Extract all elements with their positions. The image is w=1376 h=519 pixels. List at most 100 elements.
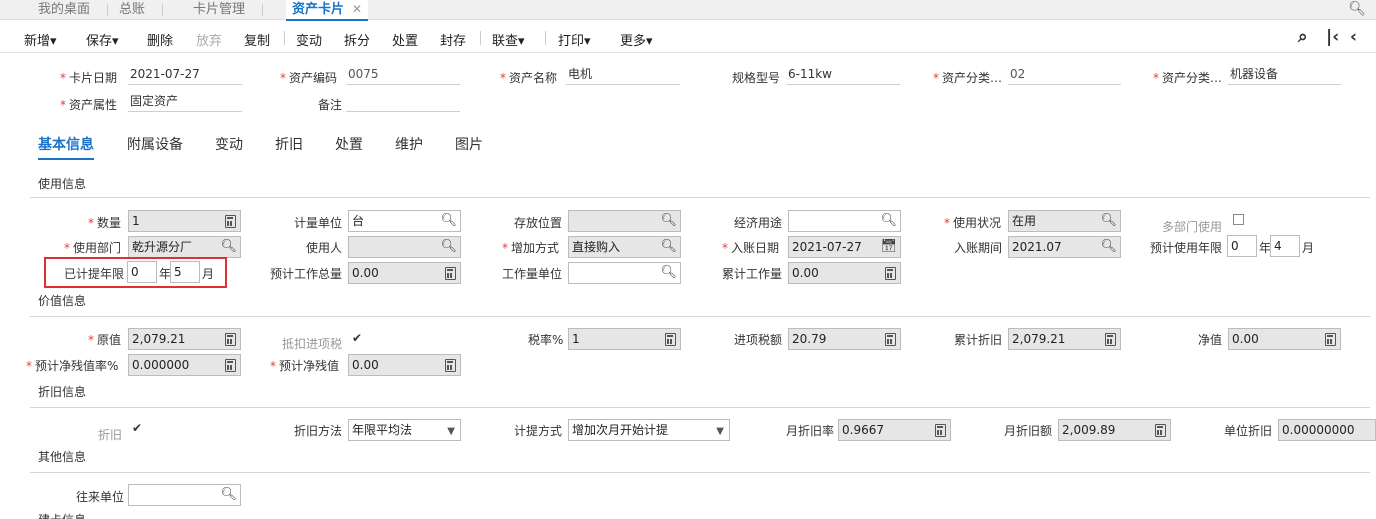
status-field[interactable]: 在用 🔍︎ bbox=[1008, 210, 1121, 232]
add-method-field[interactable]: 直接购入 🔍︎ bbox=[568, 236, 681, 258]
acc-dep-field[interactable]: 2,079.21 bbox=[1008, 328, 1121, 350]
zoom-search-icon[interactable]: ⌕ bbox=[1298, 27, 1308, 47]
total-work-field[interactable]: 0.00 bbox=[348, 262, 461, 284]
asset-attr-field[interactable]: 固定资产 bbox=[128, 92, 242, 112]
delete-button[interactable]: 删除 bbox=[147, 30, 173, 49]
accrued-months-field[interactable]: 5 bbox=[170, 261, 200, 283]
partner-field[interactable]: 🔍︎ bbox=[128, 484, 241, 506]
qty-field[interactable]: 1 bbox=[128, 210, 241, 232]
monthly-rate-field[interactable]: 0.9667 bbox=[838, 419, 951, 441]
subtab-maintenance[interactable]: 维护 bbox=[395, 134, 423, 154]
residual-value-field[interactable]: 0.00 bbox=[348, 354, 461, 376]
unit-value: 台 bbox=[352, 214, 365, 228]
user-field[interactable]: 🔍︎ bbox=[348, 236, 461, 258]
accrual-method-select[interactable]: 增加次月开始计提 ▼ bbox=[568, 419, 730, 441]
subtab-disposal[interactable]: 处置 bbox=[335, 134, 363, 154]
calculator-icon[interactable] bbox=[1105, 333, 1116, 346]
search-icon[interactable]: 🔍︎ bbox=[660, 265, 677, 281]
dep-method-select[interactable]: 年限平均法 ▼ bbox=[348, 419, 461, 441]
tab-card-management[interactable]: 卡片管理 bbox=[193, 0, 264, 20]
deduct-tax-checkbox[interactable]: ✔ bbox=[352, 332, 362, 344]
entry-period-value: 2021.07 bbox=[1012, 240, 1062, 254]
subtab-changes[interactable]: 变动 bbox=[215, 134, 243, 154]
close-icon[interactable]: ✕ bbox=[352, 2, 362, 16]
accrued-years-field[interactable]: 0 bbox=[127, 261, 157, 283]
useful-life-months-field[interactable]: 4 bbox=[1270, 235, 1300, 257]
econ-use-field[interactable]: 🔍︎ bbox=[788, 210, 901, 232]
unit-field[interactable]: 台 🔍︎ bbox=[348, 210, 461, 232]
calculator-icon[interactable] bbox=[225, 359, 236, 372]
discard-button[interactable]: 放弃 bbox=[196, 30, 222, 49]
entry-period-field[interactable]: 2021.07 🔍︎ bbox=[1008, 236, 1121, 258]
depreciate-checkbox[interactable]: ✔ bbox=[132, 422, 142, 434]
split-button[interactable]: 拆分 bbox=[344, 30, 370, 49]
useful-life-years-field[interactable]: 0 bbox=[1227, 235, 1257, 257]
new-button[interactable]: 新增▾ bbox=[24, 30, 57, 49]
calculator-icon[interactable] bbox=[1155, 424, 1166, 437]
more-button[interactable]: 更多▾ bbox=[620, 30, 653, 49]
monthly-amount-field[interactable]: 2,009.89 bbox=[1058, 419, 1171, 441]
print-button[interactable]: 打印▾ bbox=[558, 30, 591, 49]
spec-field[interactable]: 6-11kw bbox=[786, 65, 900, 85]
calculator-icon[interactable] bbox=[885, 267, 896, 280]
unit-dep-field[interactable]: 0.00000000 bbox=[1278, 419, 1376, 441]
change-button[interactable]: 变动 bbox=[296, 30, 322, 49]
search-icon[interactable]: 🔍︎ bbox=[220, 239, 237, 255]
subtab-accessories[interactable]: 附属设备 bbox=[127, 134, 183, 154]
residual-rate-field[interactable]: 0.000000 bbox=[128, 354, 241, 376]
tab-asset-card[interactable]: 资产卡片 ✕ bbox=[286, 0, 369, 21]
location-field[interactable]: 🔍︎ bbox=[568, 210, 681, 232]
calculator-icon[interactable] bbox=[665, 333, 676, 346]
search-icon[interactable]: 🔍︎ bbox=[1100, 239, 1117, 255]
search-icon[interactable]: 🔍︎ bbox=[660, 239, 677, 255]
multi-dept-checkbox[interactable] bbox=[1233, 214, 1244, 225]
calendar-icon[interactable]: 📅︎ bbox=[880, 239, 897, 255]
calculator-icon[interactable] bbox=[225, 215, 236, 228]
work-unit-field[interactable]: 🔍︎ bbox=[568, 262, 681, 284]
search-icon[interactable]: 🔍︎ bbox=[1348, 1, 1366, 17]
asset-code-field[interactable]: 0075 bbox=[346, 65, 460, 85]
calculator-icon[interactable] bbox=[225, 333, 236, 346]
subtab-images[interactable]: 图片 bbox=[455, 134, 483, 154]
search-icon[interactable]: 🔍︎ bbox=[440, 239, 457, 255]
category-name-field[interactable]: 机器设备 bbox=[1228, 65, 1341, 85]
orig-value-field[interactable]: 2,079.21 bbox=[128, 328, 241, 350]
multi-dept-label: 多部门使用 bbox=[1162, 220, 1223, 234]
tax-rate-label: 税率% bbox=[528, 333, 564, 347]
first-record-icon[interactable]: |‹ bbox=[1326, 27, 1339, 47]
acc-work-field[interactable]: 0.00 bbox=[788, 262, 901, 284]
toolbar: 新增▾ 保存▾ 删除 放弃 复制 变动 拆分 处置 封存 联查▾ 打印▾ 更多▾… bbox=[0, 21, 1376, 53]
link-query-button[interactable]: 联查▾ bbox=[492, 30, 525, 49]
calculator-icon[interactable] bbox=[445, 359, 456, 372]
tax-rate-field[interactable]: 1 bbox=[568, 328, 681, 350]
residual-rate-label: * 预计净残值率% bbox=[26, 359, 119, 373]
dispose-button[interactable]: 处置 bbox=[392, 30, 418, 49]
tab-general-ledger[interactable]: 总账 bbox=[119, 0, 164, 20]
calculator-icon[interactable] bbox=[935, 424, 946, 437]
calculator-icon[interactable] bbox=[445, 267, 456, 280]
category-code-field[interactable]: 02 bbox=[1008, 65, 1121, 85]
search-icon[interactable]: 🔍︎ bbox=[440, 213, 457, 229]
input-tax-field[interactable]: 20.79 bbox=[788, 328, 901, 350]
seal-button[interactable]: 封存 bbox=[440, 30, 466, 49]
dept-field[interactable]: 乾升源分厂 🔍︎ bbox=[128, 236, 241, 258]
search-icon[interactable]: 🔍︎ bbox=[220, 487, 237, 503]
calculator-icon[interactable] bbox=[1325, 333, 1336, 346]
calculator-icon[interactable] bbox=[885, 333, 896, 346]
entry-date-field[interactable]: 2021-07-27 📅︎ bbox=[788, 236, 901, 258]
search-icon[interactable]: 🔍︎ bbox=[660, 213, 677, 229]
net-value-field[interactable]: 0.00 bbox=[1228, 328, 1341, 350]
save-button[interactable]: 保存▾ bbox=[86, 30, 119, 49]
tab-my-desktop[interactable]: 我的桌面 bbox=[38, 0, 109, 20]
card-date-label: * 卡片日期 bbox=[60, 71, 118, 85]
search-icon[interactable]: 🔍︎ bbox=[1100, 213, 1117, 229]
asset-name-field[interactable]: 电机 bbox=[566, 65, 680, 85]
search-icon[interactable]: 🔍︎ bbox=[880, 213, 897, 229]
previous-record-icon[interactable]: ‹ bbox=[1350, 27, 1357, 47]
note-field[interactable] bbox=[346, 92, 460, 112]
subtab-depreciation[interactable]: 折旧 bbox=[275, 134, 303, 154]
orig-value-label: * 原值 bbox=[88, 333, 122, 347]
card-date-field[interactable]: 2021-07-27 bbox=[128, 65, 242, 85]
subtab-basic-info[interactable]: 基本信息 bbox=[38, 134, 94, 160]
copy-button[interactable]: 复制 bbox=[244, 30, 270, 49]
